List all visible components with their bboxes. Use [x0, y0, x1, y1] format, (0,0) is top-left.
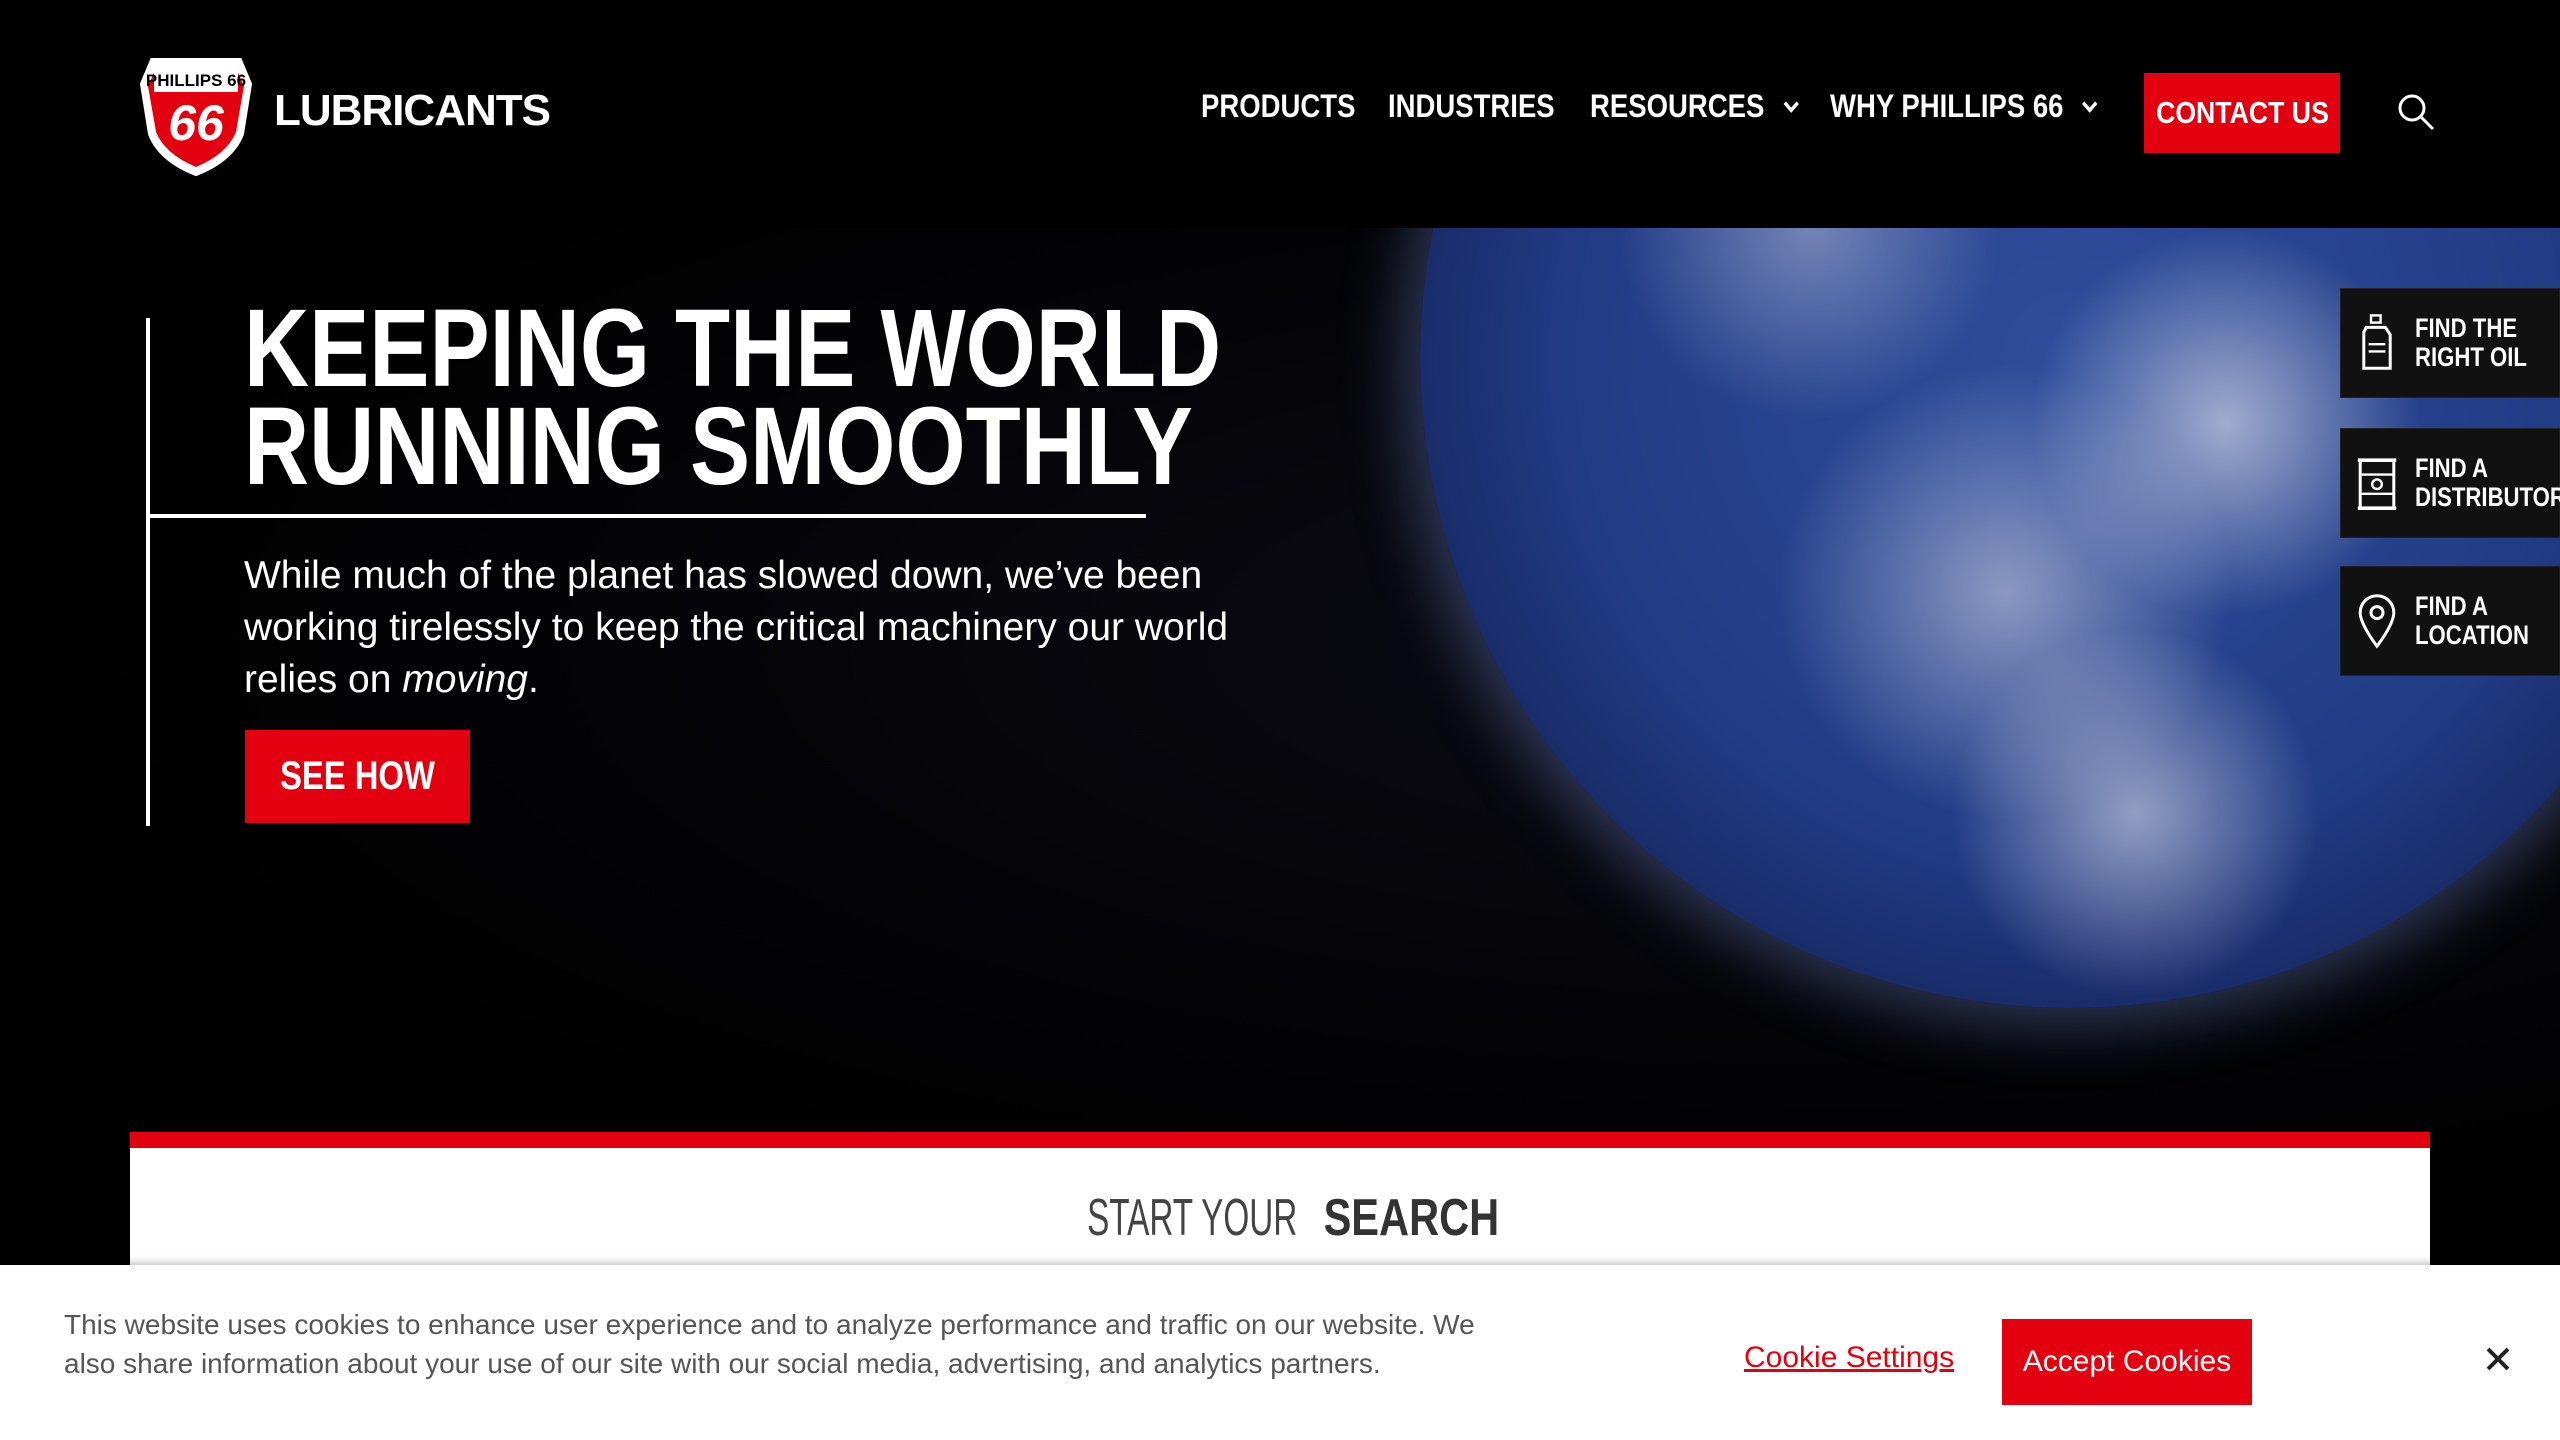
find-right-oil-line-2: RIGHT OIL [2415, 342, 2527, 372]
hero-headline: KEEPING THE WORLD RUNNING SMOOTHLY [244, 287, 1222, 508]
cookie-message: This website uses cookies to enhance use… [64, 1309, 1475, 1379]
search-title: START YOUR SEARCH [130, 1188, 2430, 1248]
nav-products-label: PRODUCTS [1201, 88, 1356, 124]
find-distributor-tab[interactable]: FIND A DISTRIBUTOR [2340, 428, 2560, 538]
search-title-light: START YOUR [1087, 1189, 1298, 1247]
find-distributor-line-2: DISTRIBUTOR [2415, 482, 2560, 512]
hero-subtext-end: . [527, 658, 539, 701]
hero-headline-line-1: KEEPING THE WORLD [244, 287, 1222, 410]
find-right-oil-line-1: FIND THE [2415, 313, 2518, 343]
cookie-banner: This website uses cookies to enhance use… [0, 1265, 2560, 1440]
nav-products[interactable]: PRODUCTS [1201, 88, 1355, 125]
contact-us-button[interactable]: CONTACT US [2144, 73, 2340, 153]
site-header: PHILLIPS 66 66 LUBRICANTS PRODUCTS INDUS… [0, 0, 2560, 228]
chevron-down-icon [1783, 100, 1799, 113]
nav-resources-label: RESOURCES [1590, 88, 1765, 124]
hero-vertical-rule [146, 318, 150, 826]
find-distributor-line-1: FIND A [2415, 453, 2488, 483]
see-how-button[interactable]: SEE HOW [245, 730, 470, 823]
svg-text:PHILLIPS 66: PHILLIPS 66 [146, 71, 246, 90]
find-right-oil-label: FIND THE RIGHT OIL [2415, 314, 2527, 372]
nav-industries-label: INDUSTRIES [1388, 88, 1555, 124]
nav-industries[interactable]: INDUSTRIES [1388, 88, 1555, 125]
nav-why-phillips-66[interactable]: WHY PHILLIPS 66 [1830, 88, 2101, 125]
find-location-line-1: FIND A [2415, 591, 2488, 621]
hero-subtext-main: While much of the planet has slowed down… [244, 554, 1229, 701]
hero-headline-line-2: RUNNING SMOOTHLY [244, 385, 1193, 508]
close-icon[interactable] [2478, 1339, 2518, 1379]
distributor-drum-icon [2357, 458, 2397, 510]
accept-cookies-button[interactable]: Accept Cookies [2002, 1319, 2252, 1405]
hero-horizontal-rule [146, 514, 1146, 518]
phillips-66-logo[interactable]: PHILLIPS 66 66 [132, 50, 260, 178]
search-title-bold: SEARCH [1323, 1189, 1500, 1247]
hero-subtext-emphasis: moving [402, 658, 528, 701]
hero-section: KEEPING THE WORLD RUNNING SMOOTHLY While… [0, 228, 2560, 1260]
cookie-settings-link[interactable]: Cookie Settings [1744, 1341, 1954, 1375]
find-location-line-2: LOCATION [2415, 620, 2529, 650]
find-location-label: FIND A LOCATION [2415, 592, 2529, 650]
map-pin-icon [2358, 594, 2396, 649]
svg-text:66: 66 [168, 95, 225, 151]
hero-subtext: While much of the planet has slowed down… [244, 550, 1284, 706]
find-right-oil-tab[interactable]: FIND THE RIGHT OIL [2340, 288, 2560, 398]
nav-why-label: WHY PHILLIPS 66 [1830, 88, 2064, 124]
search-icon[interactable] [2396, 92, 2436, 132]
nav-resources[interactable]: RESOURCES [1590, 88, 1802, 125]
find-location-tab[interactable]: FIND A LOCATION [2340, 566, 2560, 676]
chevron-down-icon [2082, 100, 2098, 113]
oil-bottle-icon [2362, 314, 2392, 370]
contact-us-label: CONTACT US [2155, 95, 2329, 130]
see-how-label: SEE HOW [280, 754, 435, 798]
brand-name: LUBRICANTS [274, 86, 551, 135]
find-distributor-label: FIND A DISTRIBUTOR [2415, 454, 2560, 512]
